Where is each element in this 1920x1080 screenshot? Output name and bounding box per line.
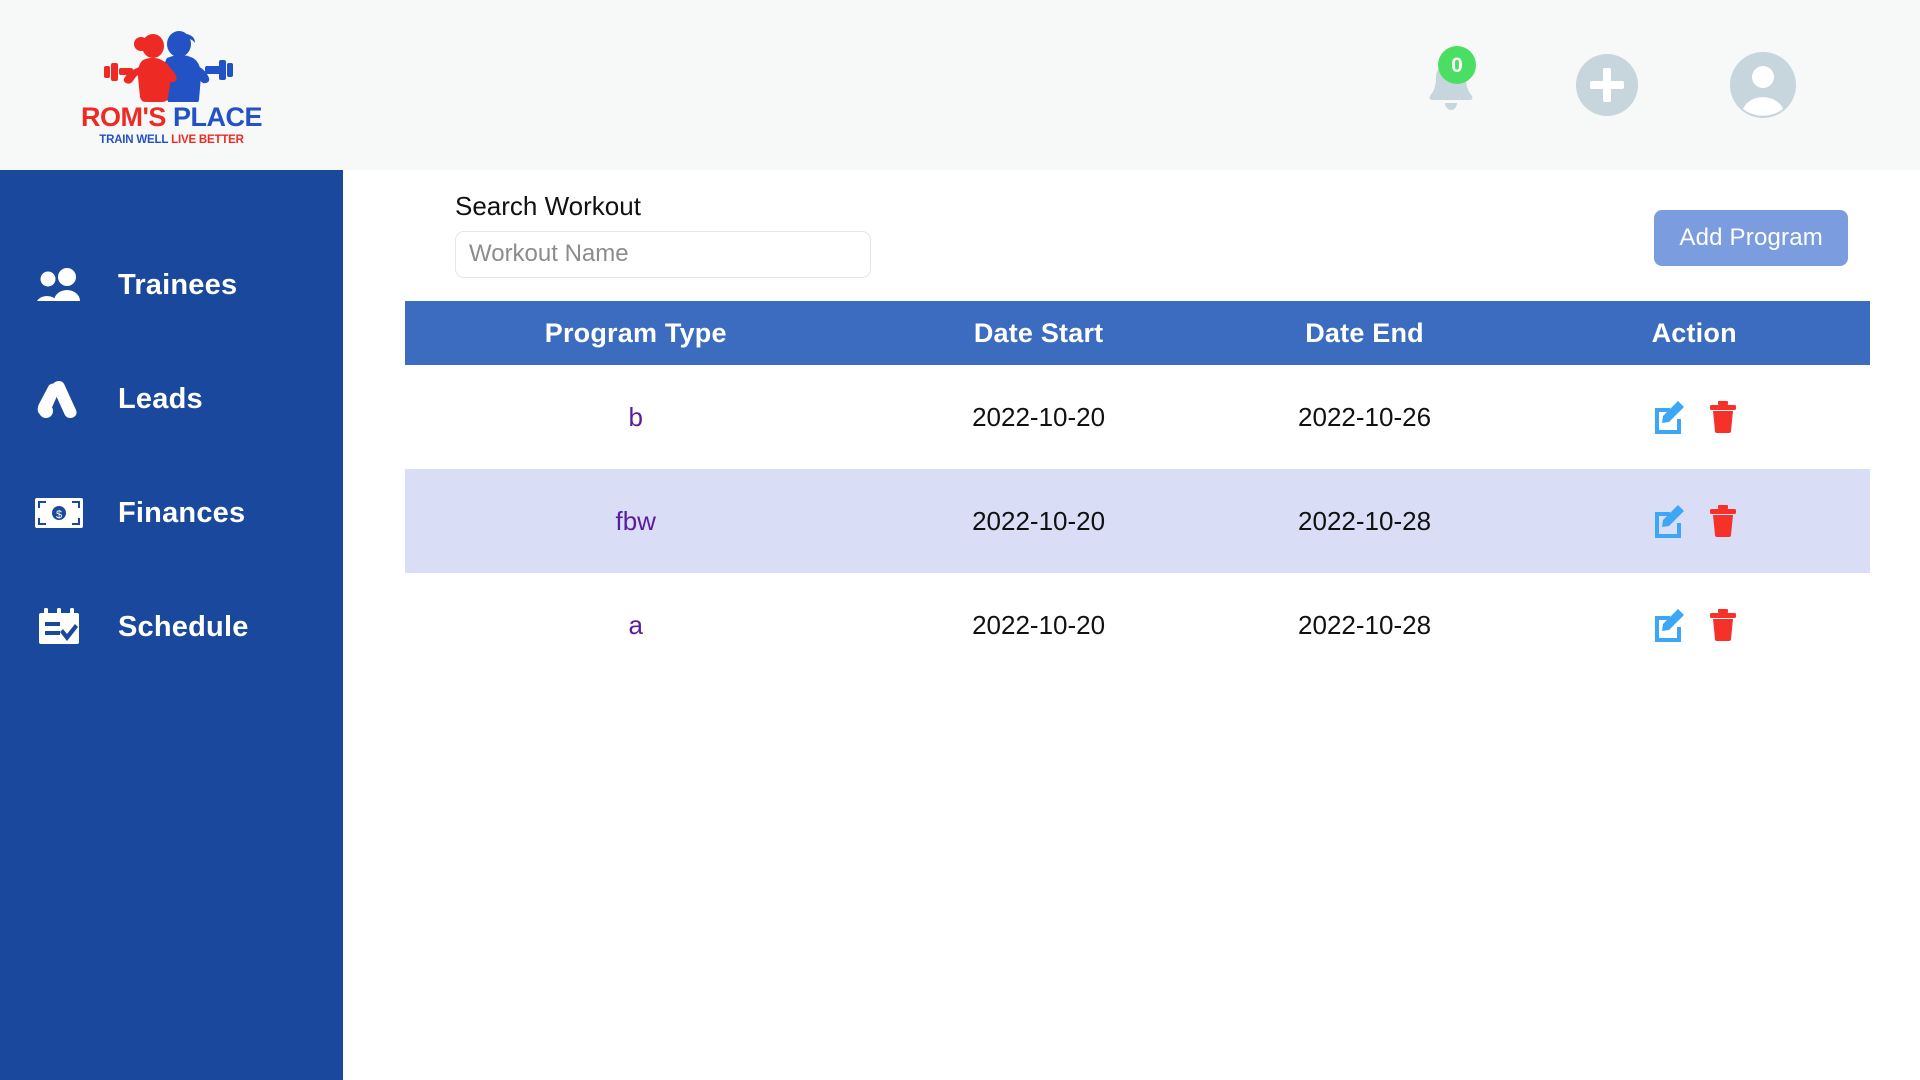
logo-mark-icon	[97, 30, 247, 104]
column-header-date-end: Date End	[1210, 301, 1519, 365]
delete-button[interactable]	[1710, 609, 1737, 641]
search-input[interactable]	[455, 230, 871, 278]
topbar-actions: 0	[1418, 0, 1920, 170]
cell-date-end: 2022-10-28	[1298, 609, 1432, 640]
programs-table-container: Program Type Date Start Date End Action …	[405, 301, 1870, 677]
sidebar-item-finances[interactable]: $ Finances	[0, 456, 343, 570]
cell-program-type: fbw	[405, 469, 867, 573]
toolbar: Search Workout Add Program	[343, 170, 1920, 301]
trash-icon	[1710, 401, 1737, 433]
brand-logo[interactable]: ROM'S PLACE TRAIN WELL LIVE BETTER	[0, 0, 343, 170]
edit-pencil-icon	[1655, 609, 1685, 642]
delete-button[interactable]	[1710, 505, 1737, 537]
brand-tagline-first: TRAIN WELL	[99, 133, 169, 146]
cell-date-start: 2022-10-20	[866, 469, 1211, 573]
column-header-action: Action	[1518, 301, 1870, 365]
svg-text:$: $	[56, 509, 62, 521]
profile-button[interactable]	[1730, 52, 1796, 118]
edit-button[interactable]	[1652, 608, 1686, 642]
top-bar: ROM'S PLACE TRAIN WELL LIVE BETTER 0	[0, 0, 1920, 170]
add-program-button[interactable]: Add Program	[1654, 210, 1848, 266]
sidebar-item-schedule[interactable]: Schedule	[0, 570, 343, 684]
add-button[interactable]	[1574, 52, 1640, 118]
brand-wordmark: ROM'S PLACE	[81, 101, 263, 132]
calendar-check-icon	[0, 607, 118, 647]
brand-tagline-second: LIVE BETTER	[171, 133, 244, 146]
user-avatar-icon	[1730, 52, 1796, 118]
edit-button[interactable]	[1652, 504, 1686, 538]
people-icon	[0, 267, 118, 303]
sidebar: Trainees Leads $ Finances Schedule	[0, 170, 343, 1080]
sidebar-item-label: Schedule	[118, 610, 249, 643]
notification-badge: 0	[1438, 46, 1476, 84]
money-bill-icon: $	[0, 498, 118, 528]
table-row: a 2022-10-20 2022-10-28	[405, 573, 1870, 677]
main-content: Search Workout Add Program Program Type …	[343, 170, 1920, 1080]
cell-date-end: 2022-10-28	[1210, 469, 1519, 573]
sidebar-item-label: Leads	[118, 382, 203, 415]
edit-pencil-icon	[1655, 401, 1685, 434]
cell-date-start: 2022-10-20	[972, 401, 1106, 432]
table-header: Program Type Date Start Date End Action	[405, 301, 1870, 365]
table-header-row: Program Type Date Start Date End Action	[405, 301, 1870, 365]
brand-word-second: PLACE	[172, 101, 263, 132]
sidebar-item-label: Trainees	[118, 268, 238, 301]
cell-date-end: 2022-10-26	[1298, 401, 1432, 432]
trash-icon	[1710, 505, 1737, 537]
cell-action	[1518, 573, 1870, 677]
plus-circle-icon	[1576, 54, 1638, 116]
delete-button[interactable]	[1710, 401, 1737, 433]
program-type-link[interactable]: b	[629, 402, 643, 432]
table-row: fbw 2022-10-20 2022-10-28	[405, 469, 1870, 573]
cell-program-type: b	[405, 365, 866, 469]
brand-word-first: ROM'S	[81, 101, 166, 132]
sidebar-item-label: Finances	[118, 496, 246, 529]
sidebar-item-leads[interactable]: Leads	[0, 342, 343, 456]
cell-program-type: a	[405, 573, 866, 677]
cell-action	[1518, 365, 1870, 469]
app-root: ROM'S PLACE TRAIN WELL LIVE BETTER 0 Tra…	[0, 0, 1920, 1080]
table-body: b 2022-10-20 2022-10-26 fbw 2022-10-20 2…	[405, 365, 1870, 677]
edit-button[interactable]	[1652, 400, 1686, 434]
ads-funnel-icon	[0, 379, 118, 419]
notifications-button[interactable]: 0	[1418, 46, 1484, 118]
program-type-link[interactable]: a	[629, 610, 643, 640]
brand-tagline: TRAIN WELL LIVE BETTER	[99, 133, 244, 147]
cell-date-start: 2022-10-20	[972, 609, 1106, 640]
program-type-link[interactable]: fbw	[616, 506, 656, 536]
cell-action	[1518, 469, 1870, 573]
sidebar-item-trainees[interactable]: Trainees	[0, 228, 343, 342]
programs-table: Program Type Date Start Date End Action …	[405, 301, 1870, 677]
edit-pencil-icon	[1655, 505, 1685, 538]
column-header-date-start: Date Start	[866, 301, 1211, 365]
column-header-program-type: Program Type	[405, 301, 867, 365]
trash-icon	[1710, 609, 1737, 641]
table-row: b 2022-10-20 2022-10-26	[405, 365, 1870, 469]
